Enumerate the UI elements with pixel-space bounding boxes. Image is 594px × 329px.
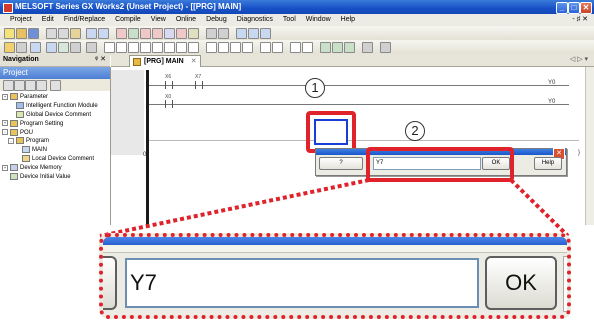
zoom-right-edge	[563, 256, 567, 312]
zoom-ok-button: OK	[485, 256, 557, 310]
zoom-titlebar	[103, 237, 567, 245]
zoom-input-field: Y7	[125, 258, 479, 308]
zoom-strip	[103, 245, 567, 253]
zoomed-detail: Y7 OK	[99, 233, 571, 319]
zoom-left-button	[103, 256, 117, 310]
